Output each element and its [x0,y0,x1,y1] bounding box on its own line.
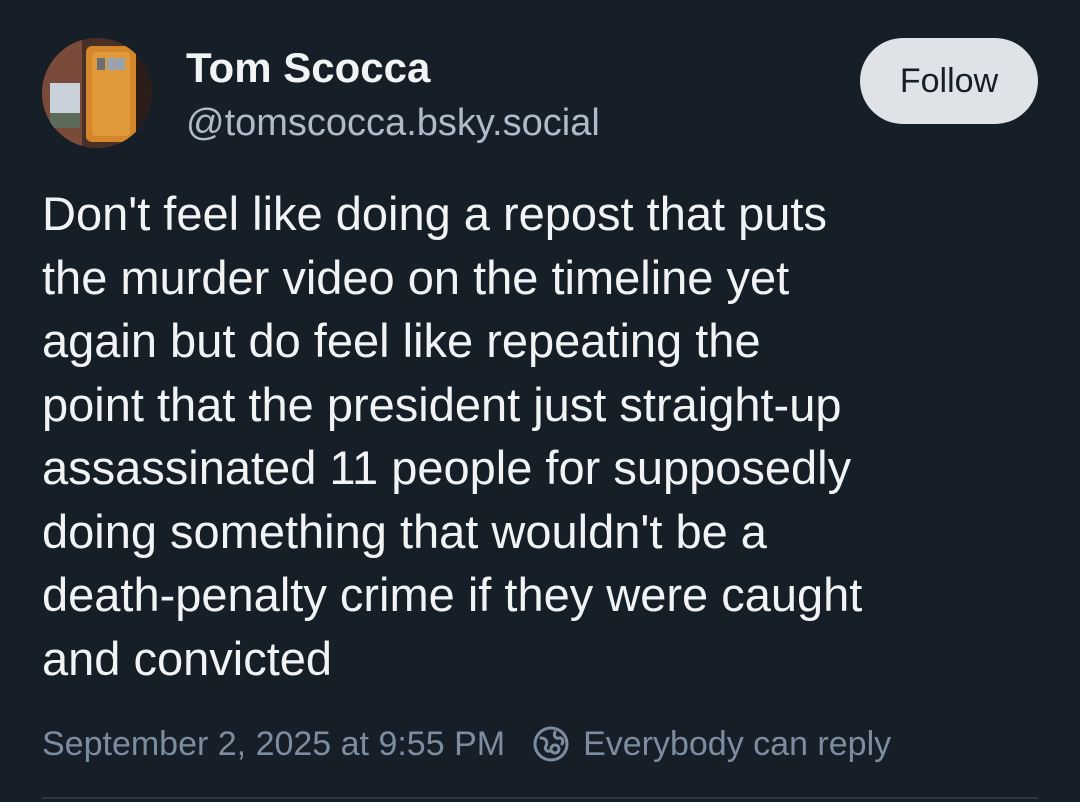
avatar[interactable] [42,38,152,148]
profile-photo [42,38,152,148]
author-display-name[interactable]: Tom Scocca [186,42,430,94]
post-timestamp[interactable]: September 2, 2025 at 9:55 PM [42,725,505,764]
globe-icon [531,724,571,764]
post-meta: September 2, 2025 at 9:55 PM Everybody c… [42,718,891,770]
author-handle[interactable]: @tomscocca.bsky.social [186,100,600,146]
follow-button[interactable]: Follow [860,38,1038,124]
reply-setting-label: Everybody can reply [583,724,892,763]
divider [42,797,1038,799]
post-text: Don't feel like doing a repost that puts… [42,187,863,685]
